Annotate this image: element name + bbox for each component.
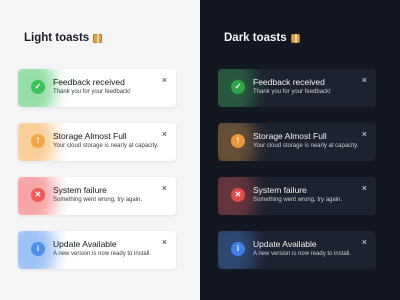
toast-warning-light: ! Storage Almost Full Your cloud storage… [18,123,176,161]
close-icon[interactable]: × [362,238,367,247]
toast-message: Something went wrong, try again. [253,197,343,203]
close-icon[interactable]: × [162,238,167,247]
toast-warning-dark: ! Storage Almost Full Your cloud storage… [218,123,376,161]
toast-title: Feedback received [53,77,125,87]
toast-success-dark: ✓ Feedback received Thank you for your f… [218,69,376,107]
info-icon: i [31,242,45,256]
close-icon[interactable]: × [162,76,167,85]
toast-title: Feedback received [253,77,325,87]
close-icon[interactable]: × [162,184,167,193]
package-icon [93,33,103,43]
exclamation-icon: ! [31,134,45,148]
toast-title: Update Available [53,239,117,249]
toast-title: Storage Almost Full [53,131,127,141]
check-icon: ✓ [31,80,45,94]
close-icon[interactable]: × [362,184,367,193]
toast-title: System failure [253,185,307,195]
toast-error-light: ✕ System failure Something went wrong, t… [18,177,176,215]
light-toasts-panel: Light toasts ✓ Feedback received Thank y… [0,0,200,300]
dark-heading-text: Dark toasts [224,32,287,44]
close-icon[interactable]: × [362,76,367,85]
toast-title: Update Available [253,239,317,249]
toast-message: Your cloud storage is nearly at capacity… [253,143,359,149]
toast-success-light: ✓ Feedback received Thank you for your f… [18,69,176,107]
toast-info-dark: i Update Available A new version is now … [218,231,376,269]
check-icon: ✓ [231,80,245,94]
info-icon: i [231,242,245,256]
light-toasts-heading: Light toasts [24,32,103,44]
exclamation-icon: ! [231,134,245,148]
toast-message: Something went wrong, try again. [53,197,143,203]
toast-info-light: i Update Available A new version is now … [18,231,176,269]
toast-title: Storage Almost Full [253,131,327,141]
toast-message: A new version is now ready to install. [53,251,152,257]
toast-message: Thank you for your feedback! [253,89,331,95]
toast-title: System failure [53,185,107,195]
x-icon: ✕ [231,188,245,202]
toast-message: Your cloud storage is nearly at capacity… [53,143,159,149]
close-icon[interactable]: × [162,130,167,139]
dark-toasts-heading: Dark toasts [224,32,300,44]
toast-error-dark: ✕ System failure Something went wrong, t… [218,177,376,215]
close-icon[interactable]: × [362,130,367,139]
toast-message: A new version is now ready to install. [253,251,352,257]
dark-toasts-panel: Dark toasts ✓ Feedback received Thank yo… [200,0,400,300]
light-heading-text: Light toasts [24,32,90,44]
package-icon [290,33,300,43]
x-icon: ✕ [31,188,45,202]
toast-message: Thank you for your feedback! [53,89,131,95]
